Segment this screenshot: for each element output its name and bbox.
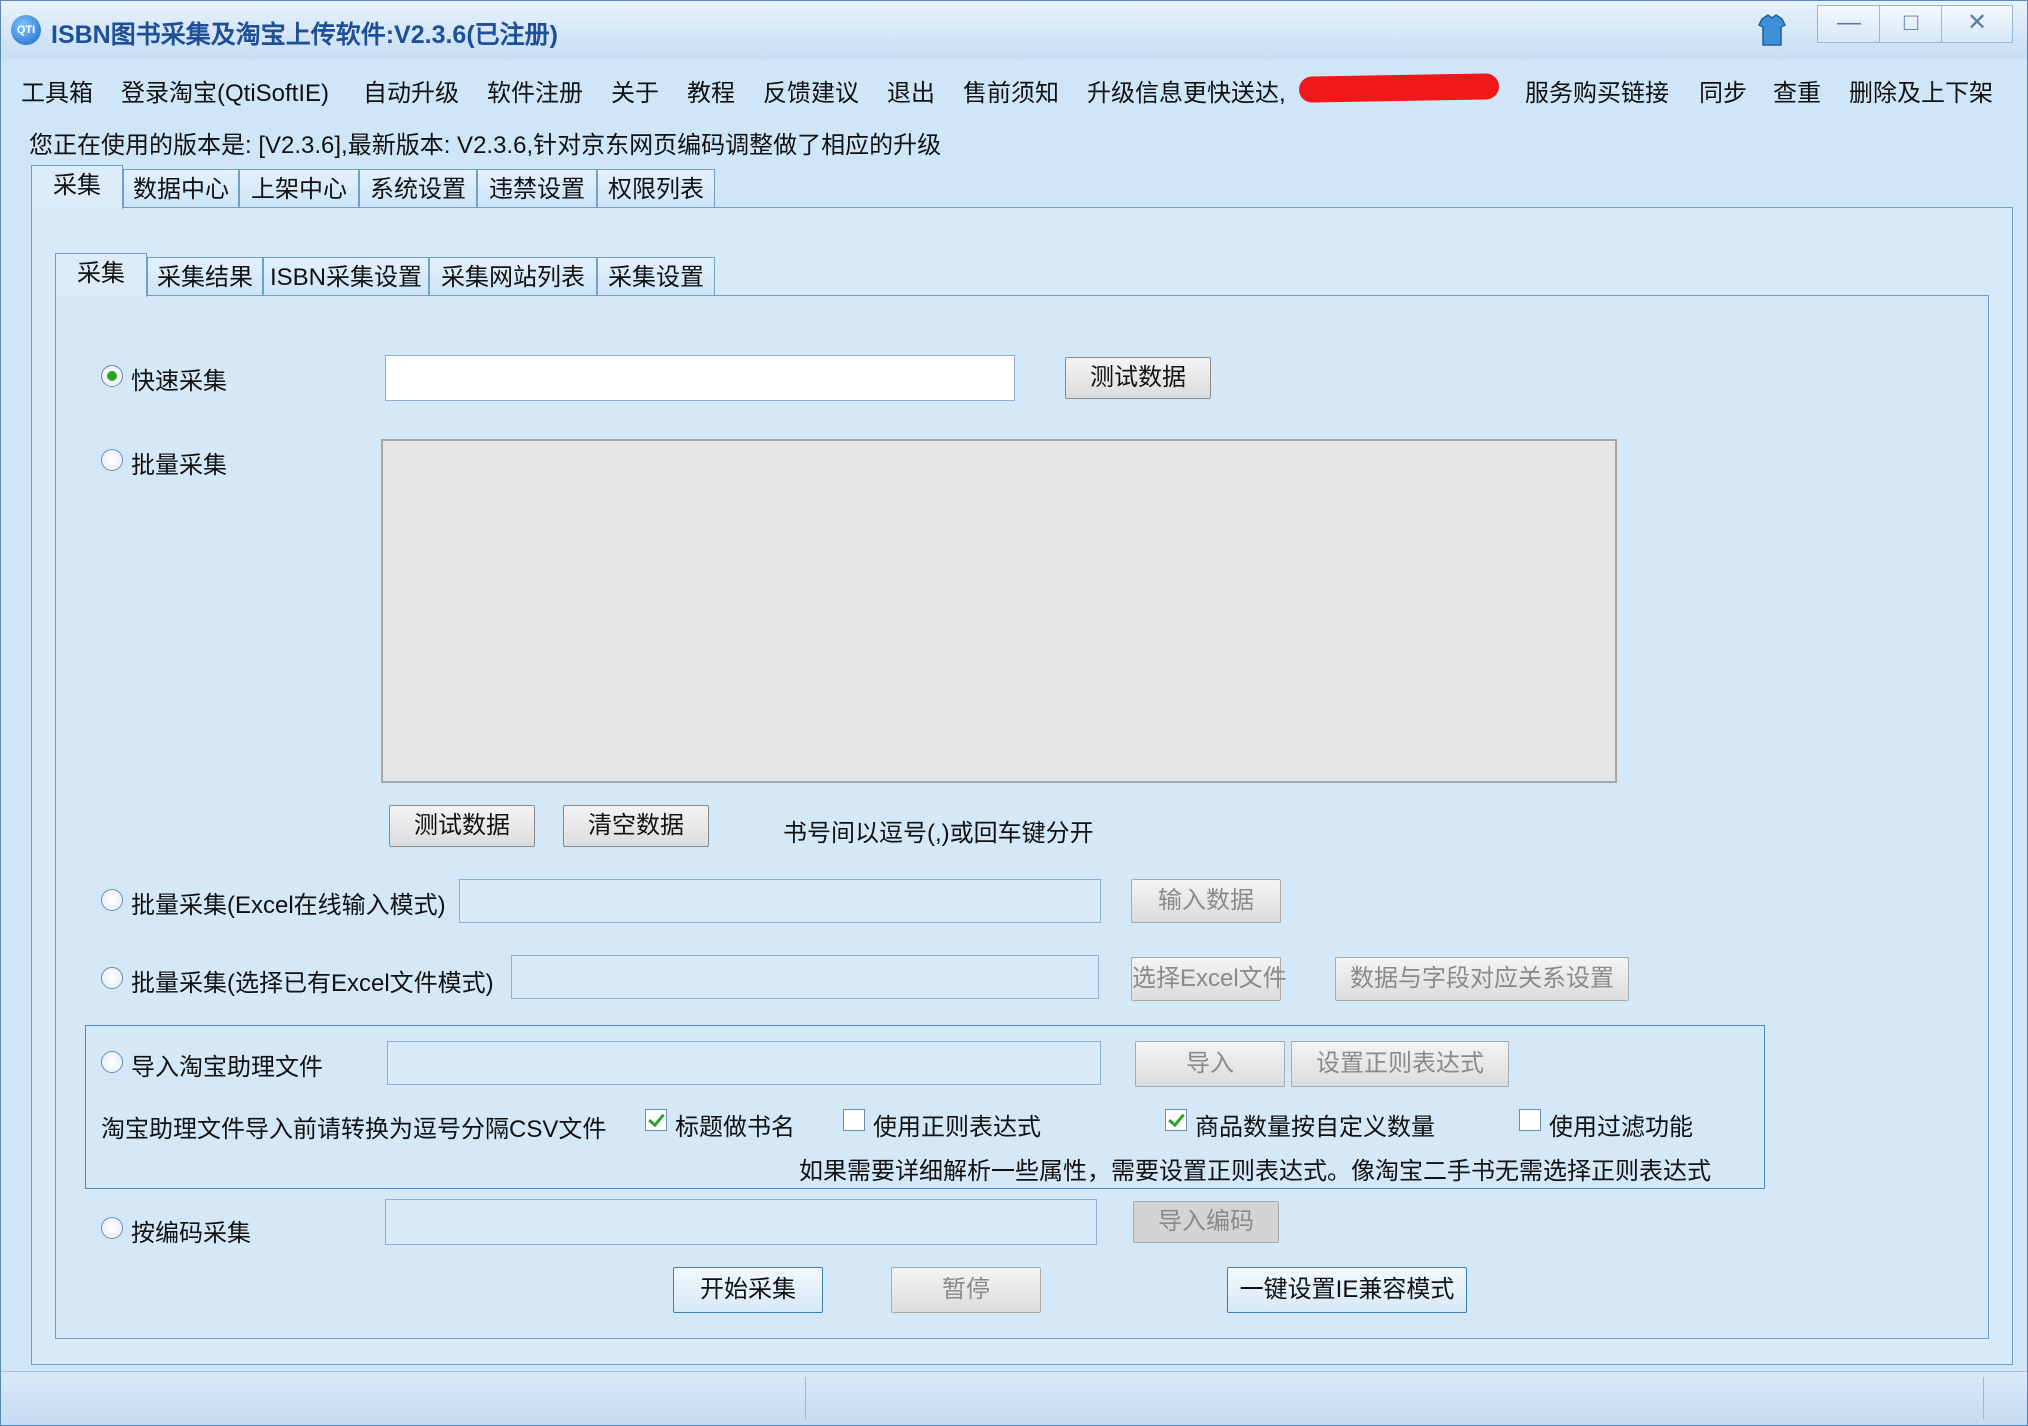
set-regex-button[interactable]: 设置正则表达式 xyxy=(1291,1041,1509,1087)
tab-listing-center[interactable]: 上架中心 xyxy=(239,169,359,209)
menu-purchase-link[interactable]: 服务购买链接 xyxy=(1525,73,1669,108)
select-excel-file-button[interactable]: 选择Excel文件 xyxy=(1131,957,1287,1001)
taobao-import-radio[interactable] xyxy=(101,1051,123,1073)
use-regex-label: 使用正则表达式 xyxy=(873,1114,1041,1141)
status-bar xyxy=(1,1371,2027,1425)
menu-presale[interactable]: 售前须知 xyxy=(963,73,1059,108)
tab-prohibited-settings[interactable]: 违禁设置 xyxy=(477,169,597,209)
import-code-button[interactable]: 导入编码 xyxy=(1133,1201,1279,1243)
menu-toolbox[interactable]: 工具箱 xyxy=(21,73,93,108)
quick-collect-label: 快速采集 xyxy=(131,368,227,395)
minimize-button[interactable]: — xyxy=(1817,5,1881,43)
menu-upgrade-info[interactable]: 升级信息更快送达, xyxy=(1087,73,1286,108)
pause-button[interactable]: 暂停 xyxy=(891,1267,1041,1313)
batch-clear-data-button[interactable]: 清空数据 xyxy=(563,805,709,847)
code-collect-radio[interactable] xyxy=(101,1217,123,1239)
batch-excel-online-input[interactable] xyxy=(459,879,1101,923)
menu-sync[interactable]: 同步 xyxy=(1699,73,1747,108)
start-collect-button[interactable]: 开始采集 xyxy=(673,1267,823,1313)
taobao-import-label: 导入淘宝助理文件 xyxy=(131,1054,323,1081)
field-mapping-button[interactable]: 数据与字段对应关系设置 xyxy=(1335,957,1629,1001)
batch-excel-file-label: 批量采集(选择已有Excel文件模式) xyxy=(131,970,494,997)
code-collect-label: 按编码采集 xyxy=(131,1220,251,1247)
menu-register[interactable]: 软件注册 xyxy=(487,73,583,108)
taobao-import-input[interactable] xyxy=(387,1041,1101,1085)
maximize-button[interactable]: □ xyxy=(1879,5,1943,43)
menu-feedback[interactable]: 反馈建议 xyxy=(763,73,859,108)
input-data-button[interactable]: 输入数据 xyxy=(1131,879,1281,923)
custom-quantity-label: 商品数量按自定义数量 xyxy=(1195,1114,1435,1141)
ie-compat-mode-button[interactable]: 一键设置IE兼容模式 xyxy=(1227,1267,1467,1313)
batch-collect-radio[interactable] xyxy=(101,449,123,471)
csv-conversion-note: 淘宝助理文件导入前请转换为逗号分隔CSV文件 xyxy=(101,1116,607,1143)
subtab-collect-settings[interactable]: 采集设置 xyxy=(597,257,715,297)
version-info: 您正在使用的版本是: [V2.3.6],最新版本: V2.3.6,针对京东网页编… xyxy=(29,132,942,159)
tab-system-settings[interactable]: 系统设置 xyxy=(359,169,477,209)
quick-collect-radio[interactable] xyxy=(101,365,123,387)
tab-permission-list[interactable]: 权限列表 xyxy=(597,169,715,209)
batch-excel-file-radio[interactable] xyxy=(101,967,123,989)
menu-auto-upgrade[interactable]: 自动升级 xyxy=(363,73,459,108)
menu-delete-listing[interactable]: 删除及上下架 xyxy=(1849,73,1993,108)
subtab-collect-results[interactable]: 采集结果 xyxy=(147,257,263,297)
title-bar[interactable]: QTI ISBN图书采集及淘宝上传软件:V2.3.6(已注册) — □ ✕ xyxy=(1,1,2027,59)
quick-collect-input[interactable] xyxy=(385,355,1015,401)
batch-separator-hint: 书号间以逗号(,)或回车键分开 xyxy=(783,820,1094,847)
batch-test-data-button[interactable]: 测试数据 xyxy=(389,805,535,847)
batch-excel-online-label: 批量采集(Excel在线输入模式) xyxy=(131,892,446,919)
menu-tutorial[interactable]: 教程 xyxy=(687,73,735,108)
code-collect-input[interactable] xyxy=(385,1199,1097,1245)
use-filter-checkbox[interactable] xyxy=(1519,1109,1541,1131)
status-divider xyxy=(1983,1377,1984,1419)
main-window: QTI ISBN图书采集及淘宝上传软件:V2.3.6(已注册) — □ ✕ 工具… xyxy=(0,0,2028,1426)
batch-excel-online-radio[interactable] xyxy=(101,889,123,911)
use-regex-checkbox[interactable] xyxy=(843,1109,865,1131)
menu-dedupe[interactable]: 查重 xyxy=(1773,73,1821,108)
window-title: ISBN图书采集及淘宝上传软件:V2.3.6(已注册) xyxy=(51,21,558,49)
menu-about[interactable]: 关于 xyxy=(611,73,659,108)
subtab-collect[interactable]: 采集 xyxy=(55,253,147,297)
close-button[interactable]: ✕ xyxy=(1941,5,2013,43)
menu-exit[interactable]: 退出 xyxy=(887,73,935,108)
custom-quantity-checkbox[interactable] xyxy=(1165,1109,1187,1131)
tab-collect[interactable]: 采集 xyxy=(31,165,123,209)
skin-shirt-icon[interactable] xyxy=(1757,13,1787,47)
app-logo-icon: QTI xyxy=(11,15,41,45)
regex-hint: 如果需要详细解析一些属性，需要设置正则表达式。像淘宝二手书无需选择正则表达式 xyxy=(799,1158,1711,1185)
redaction-mark xyxy=(1298,73,1500,103)
title-as-bookname-checkbox[interactable] xyxy=(645,1109,667,1131)
use-filter-label: 使用过滤功能 xyxy=(1549,1114,1693,1141)
status-divider xyxy=(805,1377,806,1419)
batch-collect-label: 批量采集 xyxy=(131,452,227,479)
subtab-site-list[interactable]: 采集网站列表 xyxy=(429,257,597,297)
batch-collect-textarea[interactable] xyxy=(381,439,1617,783)
import-button[interactable]: 导入 xyxy=(1135,1041,1285,1087)
title-as-bookname-label: 标题做书名 xyxy=(675,1114,795,1141)
tab-data-center[interactable]: 数据中心 xyxy=(123,169,239,209)
subtab-isbn-settings[interactable]: ISBN采集设置 xyxy=(263,257,429,297)
menu-bar: 工具箱 登录淘宝(QtiSoftIE) 自动升级 软件注册 关于 教程 反馈建议… xyxy=(1,63,2027,113)
quick-test-data-button[interactable]: 测试数据 xyxy=(1065,357,1211,399)
menu-login-taobao[interactable]: 登录淘宝(QtiSoftIE) xyxy=(121,73,329,108)
batch-excel-file-input[interactable] xyxy=(511,955,1099,999)
